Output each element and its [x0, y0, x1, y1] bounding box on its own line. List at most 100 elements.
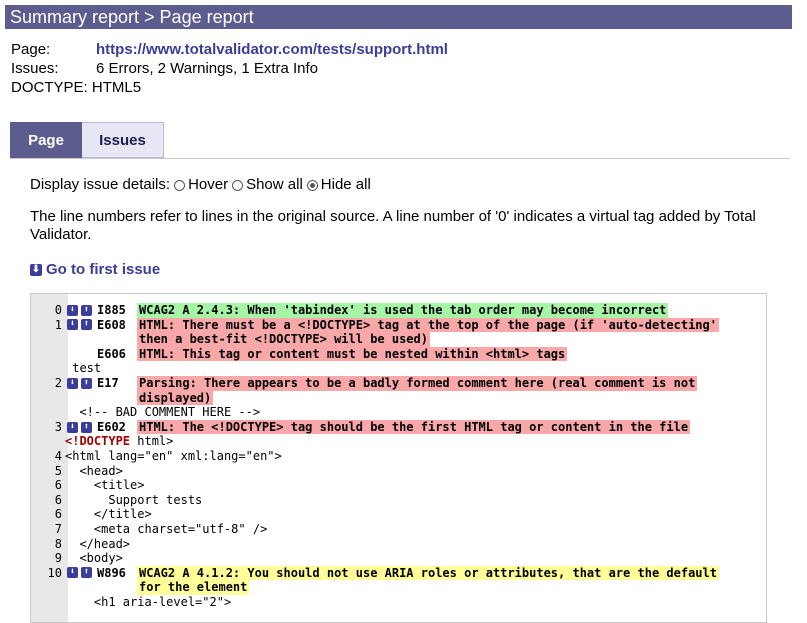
tab-page[interactable]: Page — [10, 122, 82, 158]
line-number: 8 — [54, 536, 62, 551]
arrow-up-icon[interactable]: ⬆ — [81, 421, 92, 433]
code-line: 8 </head> — [31, 537, 766, 552]
issue-message: HTML: There must be a <!DOCTYPE> tag at … — [137, 317, 719, 333]
line-number — [31, 332, 65, 347]
source-text: <meta charset="utf-8" /> — [65, 521, 268, 536]
go-first-issue-link[interactable]: ⬇ Go to first issue — [30, 261, 160, 278]
issue-code: E608 — [97, 317, 126, 332]
arrow-down-icon[interactable]: ⬇ — [67, 421, 78, 433]
radio-hover-label[interactable]: Hover — [188, 176, 228, 194]
code-line: 5 <head> — [31, 464, 766, 479]
issue-code: E606 — [97, 346, 126, 361]
code-line: 10 ⬇ ⬆ W896 WCAG2 A 4.1.2: You should not us… — [31, 565, 766, 581]
page-meta: Page: https://www.totalvalidator.com/test… — [11, 40, 448, 97]
code-line: 7 <meta charset="utf-8" /> — [31, 522, 766, 537]
issue-code: E17 — [97, 375, 119, 390]
issue-code: I885 — [97, 303, 126, 317]
tab-issues[interactable]: Issues — [82, 122, 164, 158]
line-number: 6 — [54, 507, 62, 522]
radio-hover[interactable] — [174, 179, 186, 191]
arrow-up-icon[interactable]: ⬆ — [81, 567, 92, 579]
source-text: <head> — [65, 463, 123, 478]
code-line: <!-- BAD COMMENT HERE --> — [31, 405, 766, 420]
code-line: E606 HTML: This tag or content must be ne… — [31, 346, 766, 362]
code-line: for the element — [31, 580, 766, 595]
code-line: <h1 aria-level="2"> — [31, 595, 766, 610]
arrow-down-icon[interactable]: ⬇ — [67, 319, 78, 331]
code-line: <!DOCTYPE html> — [31, 434, 766, 449]
source-text: html> — [130, 434, 174, 449]
source-text: </head> — [65, 536, 131, 551]
line-number — [31, 347, 65, 362]
line-number — [31, 434, 65, 449]
issue-nav: ⬇ ⬆ — [65, 566, 97, 581]
issue-nav: ⬇ ⬆ — [65, 318, 97, 333]
page-label: Page: — [11, 41, 51, 58]
arrow-up-icon[interactable]: ⬆ — [81, 319, 92, 331]
radio-hide-all[interactable] — [306, 179, 318, 191]
code-line: 4 <html lang="en" xml:lang="en"> — [31, 449, 766, 464]
source-text: <!-- BAD COMMENT HERE --> — [65, 405, 261, 420]
line-number: 10 — [47, 565, 62, 580]
issue-code: E602 — [97, 419, 126, 434]
line-number: 0 — [54, 303, 62, 317]
doctype-value: HTML5 — [91, 79, 142, 96]
code-line: 0 ⬇ ⬆ I885 WCAG2 A 2.4.3: When 'tabindex' is… — [31, 303, 766, 318]
line-number: 6 — [54, 492, 62, 507]
radio-show-all[interactable] — [232, 179, 244, 191]
line-number: 2 — [54, 375, 62, 390]
issue-message: displayed) — [137, 390, 214, 406]
issue-message: HTML: The <!DOCTYPE> tag should be the f… — [137, 419, 691, 435]
issue-message: WCAG2 A 2.4.3: When 'tabindex' is used t… — [137, 303, 669, 318]
doctype-label: DOCTYPE: — [11, 79, 88, 96]
radio-show-all-label[interactable]: Show all — [246, 176, 303, 194]
line-number — [31, 405, 65, 420]
source-code-panel[interactable]: 0 ⬇ ⬆ I885 WCAG2 A 2.4.3: When 'tabindex' is… — [30, 293, 767, 623]
arrow-down-icon: ⬇ — [30, 263, 42, 276]
radio-hide-all-label[interactable]: Hide all — [321, 176, 371, 194]
page-url-link[interactable]: https://www.totalvalidator.com/tests/sup… — [96, 40, 448, 59]
display-label: Display issue details: — [30, 176, 171, 193]
source-text: <h1 aria-level="2"> — [65, 594, 232, 609]
source-text: test — [65, 361, 102, 376]
code-line: 3 ⬇ ⬆ E602 HTML: The <!DOCTYPE> tag should b… — [31, 419, 766, 435]
line-number: 4 — [54, 448, 62, 463]
code-line: 9 <body> — [31, 551, 766, 566]
arrow-up-icon[interactable]: ⬆ — [81, 304, 92, 316]
arrow-down-icon[interactable]: ⬇ — [67, 567, 78, 579]
arrow-up-icon[interactable]: ⬆ — [81, 377, 92, 389]
issue-nav: ⬇ ⬆ — [65, 420, 97, 435]
issue-nav: ⬇ ⬆ — [65, 303, 97, 318]
code-line: test — [31, 361, 766, 376]
source-text: <title> — [65, 478, 145, 493]
arrow-down-icon[interactable]: ⬇ — [67, 377, 78, 389]
line-number: 5 — [54, 463, 62, 478]
issue-message: WCAG2 A 4.1.2: You should not use ARIA r… — [137, 565, 719, 581]
source-text: </title> — [65, 507, 152, 522]
issues-value: 6 Errors, 2 Warnings, 1 Extra Info — [96, 60, 319, 77]
go-first-issue-label: Go to first issue — [46, 261, 161, 278]
arrow-down-icon[interactable]: ⬇ — [67, 304, 78, 316]
issue-message: HTML: This tag or content must be nested… — [137, 346, 568, 362]
source-text: <body> — [65, 551, 123, 566]
line-number: 3 — [54, 419, 62, 434]
source-code-lines: 0 ⬇ ⬆ I885 WCAG2 A 2.4.3: When 'tabindex' is… — [31, 303, 766, 609]
issue-nav: ⬇ ⬆ — [65, 376, 97, 391]
code-line: 6 Support tests — [31, 493, 766, 508]
line-number — [31, 580, 65, 595]
line-number: 6 — [54, 478, 62, 493]
issue-message: then a best-fit <!DOCTYPE> will be used) — [137, 332, 430, 347]
source-keyword: <!DOCTYPE — [65, 434, 131, 449]
line-number — [31, 595, 65, 610]
tab-bar: Page Issues — [10, 122, 164, 158]
code-line: 2 ⬇ ⬆ E17 Parsing: There appears to be a bad… — [31, 375, 766, 391]
code-line: 1 ⬇ ⬆ E608 HTML: There must be a <!DOCTYPE> … — [31, 317, 766, 333]
tab-divider — [10, 158, 790, 159]
line-number — [31, 391, 65, 406]
source-text: <html lang="en" xml:lang="en"> — [65, 448, 282, 463]
issues-label: Issues: — [11, 60, 59, 77]
issue-nav — [65, 347, 97, 362]
breadcrumb: Summary report > Page report — [5, 5, 792, 29]
line-number: 7 — [54, 521, 62, 536]
code-line: then a best-fit <!DOCTYPE> will be used) — [31, 332, 766, 347]
